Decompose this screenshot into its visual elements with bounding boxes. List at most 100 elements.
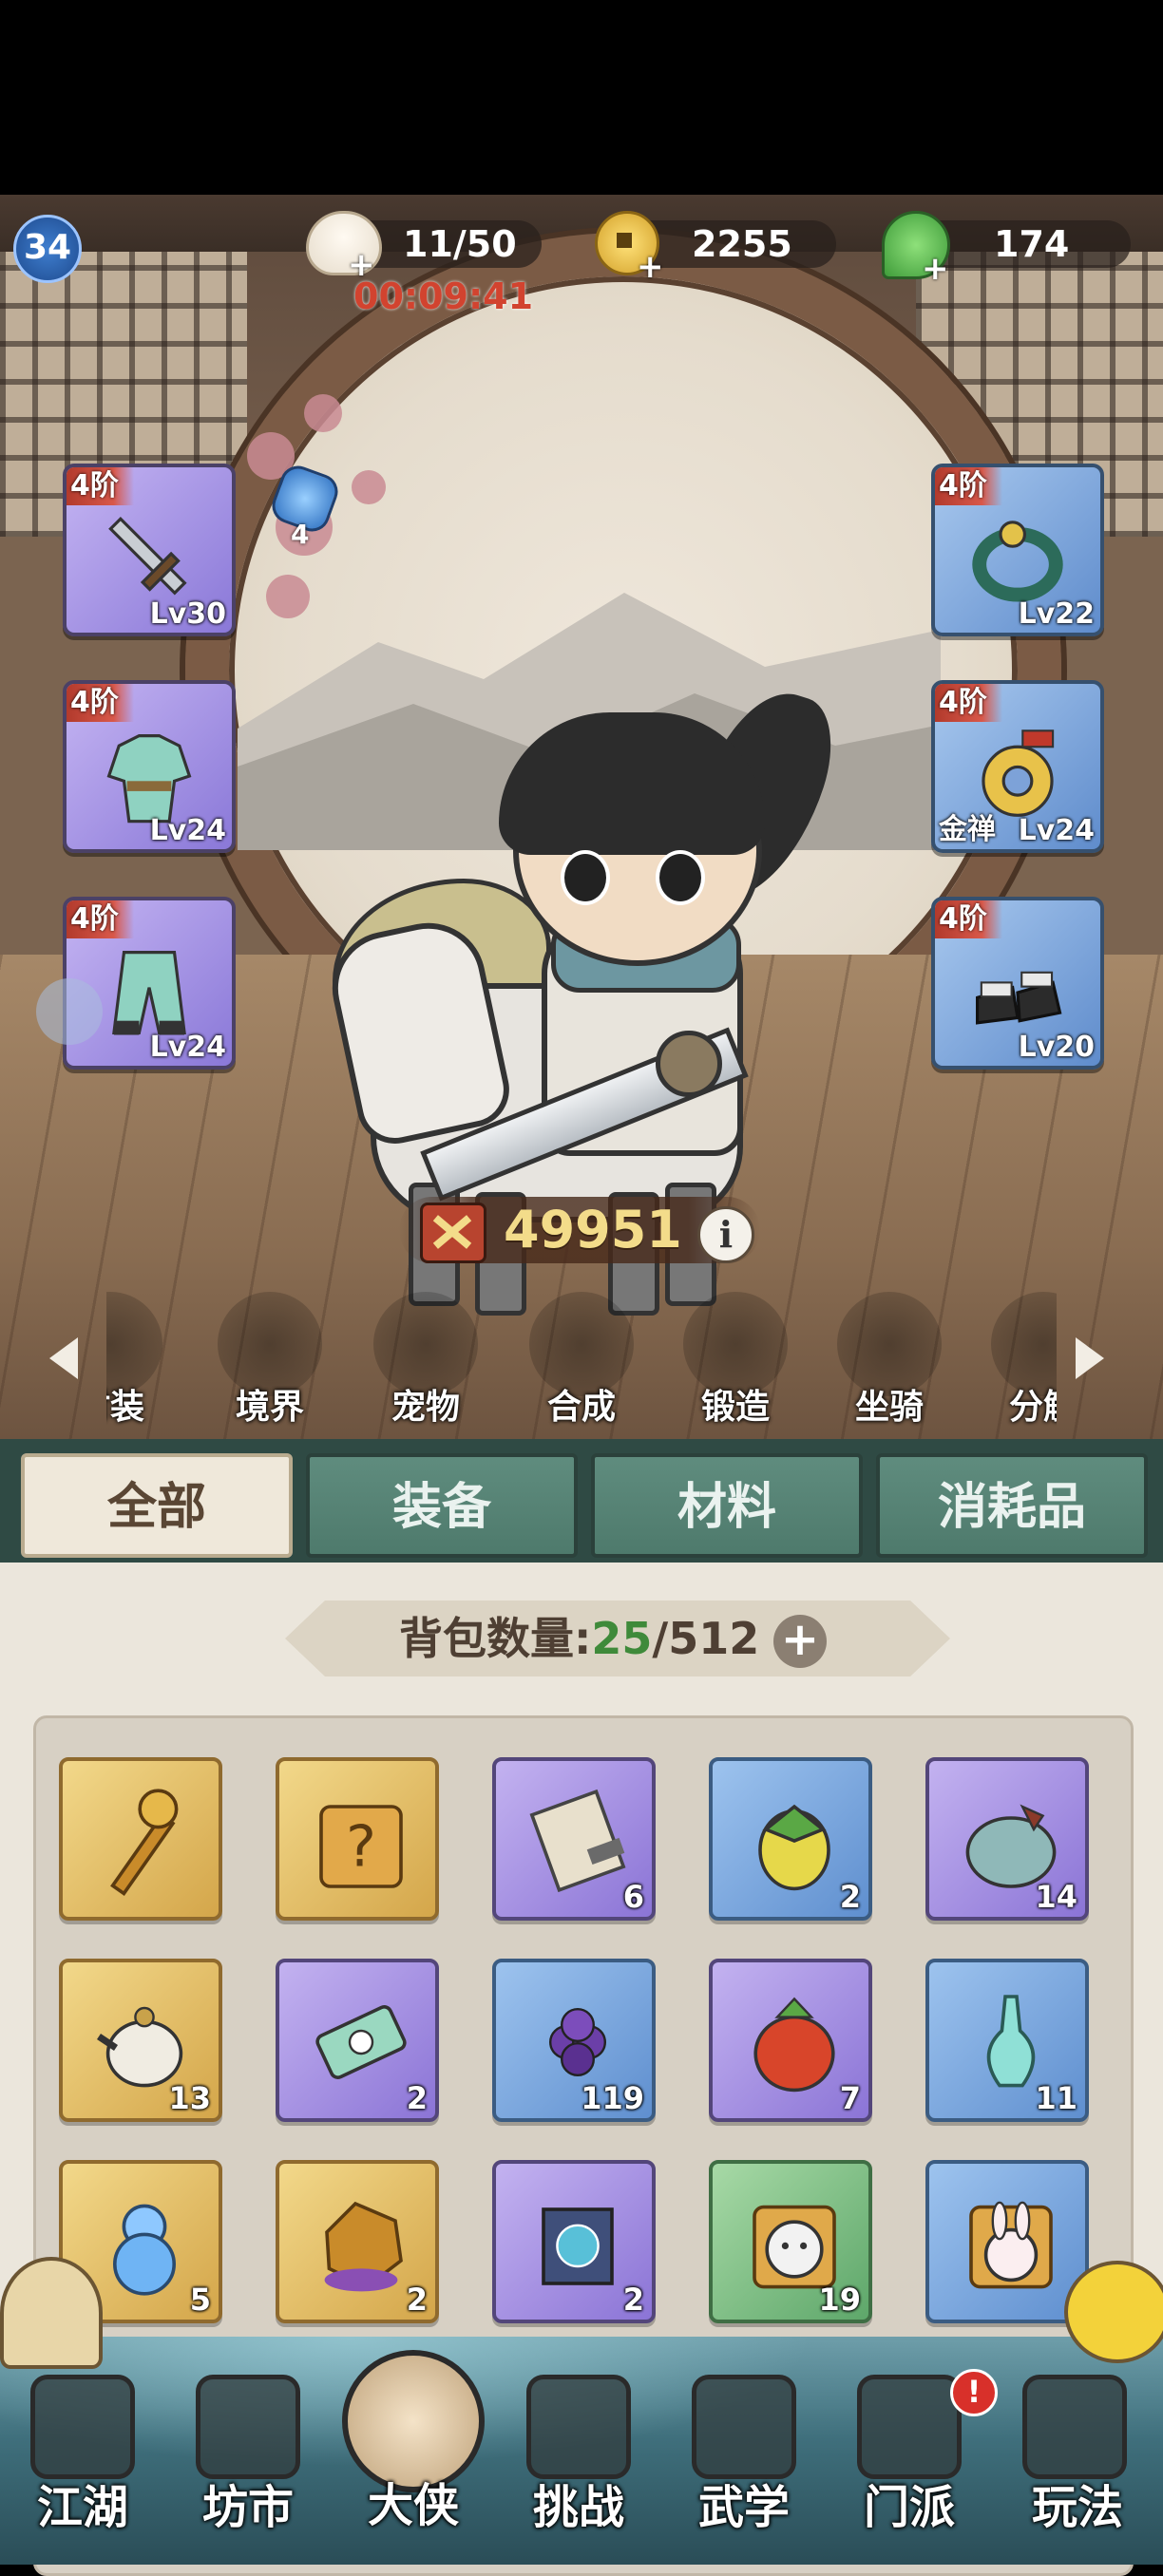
sect-icon	[857, 2375, 962, 2479]
tab-equipment[interactable]: 装备	[306, 1453, 578, 1558]
function-row: 时装 境界 宠物 合成 锻造 坐骑 分解	[106, 1292, 1057, 1434]
market-icon	[196, 2375, 300, 2479]
rabbit-puzzle-icon	[969, 2201, 1053, 2289]
slot-level: Lv20	[1018, 1031, 1095, 1064]
item-count: 2	[839, 1879, 861, 1915]
nav-martial-arts[interactable]: 武学	[661, 2365, 827, 2555]
bag-item[interactable]: 13	[59, 1959, 222, 2122]
tier-badge: 4阶	[935, 684, 1002, 722]
bag-item[interactable]: 19	[709, 2160, 872, 2323]
function-realm[interactable]: 境界	[213, 1292, 327, 1434]
item-count: 6	[622, 1879, 644, 1915]
item-count: 11	[1035, 2080, 1077, 2116]
stamina-value: 11/50	[403, 223, 517, 265]
ticket-icon	[315, 2005, 407, 2079]
function-synthesis[interactable]: 合成	[524, 1292, 639, 1434]
bag-item[interactable]: 2	[276, 2160, 439, 2323]
tier-badge: 4阶	[935, 900, 1002, 938]
mystery-puzzle-icon: ?	[319, 1805, 403, 1888]
duck-npc-icon	[1064, 2261, 1163, 2363]
function-mount[interactable]: 坐骑	[832, 1292, 946, 1434]
bag-icon	[753, 1997, 835, 2093]
ring-slot[interactable]: 4阶 金禅 Lv24	[931, 680, 1104, 853]
tier-badge: 4阶	[67, 900, 134, 938]
robe-icon	[106, 734, 192, 824]
nav-gameplay[interactable]: 玩法	[992, 2365, 1163, 2555]
bag-item[interactable]: 119	[492, 1959, 656, 2122]
slot-level: Lv24	[1018, 814, 1095, 847]
tab-consumables[interactable]: 消耗品	[876, 1453, 1148, 1558]
fruit-icon	[758, 1804, 830, 1891]
info-icon[interactable]: i	[697, 1206, 754, 1263]
sect-alert-badge: !	[950, 2369, 998, 2416]
add-leaf-button[interactable]: +	[922, 253, 949, 285]
side-float-button[interactable]	[36, 978, 103, 1045]
armor-slot[interactable]: 4阶 Lv24	[63, 680, 236, 853]
hero-eye	[656, 850, 705, 905]
golden-staff-icon	[110, 1789, 179, 1896]
hero-eye	[561, 850, 610, 905]
player-level: 34	[23, 228, 72, 267]
scroll-left-arrow[interactable]	[49, 1337, 78, 1379]
bag-item[interactable]: 2	[492, 2160, 656, 2323]
ore-icon	[324, 2201, 403, 2292]
slot-level: Lv24	[149, 1031, 226, 1064]
sword-icon	[108, 517, 187, 596]
martial-arts-icon	[692, 2375, 796, 2479]
bag-item[interactable]: 2	[276, 1959, 439, 2122]
boots-slot[interactable]: 4阶 Lv20	[931, 897, 1104, 1070]
bag-count: 背包数量:25/512	[399, 1605, 759, 1672]
tier-badge: 4阶	[935, 467, 1002, 505]
tab-all[interactable]: 全部	[21, 1453, 293, 1558]
item-count: 2	[406, 2080, 428, 2116]
combat-power-value: 49951	[504, 1200, 682, 1260]
bag-item[interactable]: 6	[492, 1757, 656, 1921]
expand-bag-button[interactable]: +	[773, 1615, 827, 1668]
item-count: 5	[189, 2282, 211, 2318]
gourd-icon	[113, 2204, 176, 2296]
item-count: 19	[818, 2282, 861, 2318]
item-count: 7	[839, 2080, 861, 2116]
add-stamina-button[interactable]: +	[348, 249, 375, 281]
bag-tab-bar: 全部 装备 材料 消耗品	[0, 1439, 1163, 1563]
nav-hero[interactable]: 大侠	[331, 2350, 496, 2540]
bag-count-used: 25	[591, 1613, 653, 1664]
bag-item[interactable]: 7	[709, 1959, 872, 2122]
nav-jianghu[interactable]: 江湖	[0, 2365, 165, 2555]
bag-item[interactable]: 11	[925, 1959, 1089, 2122]
bag-item[interactable]: 2	[709, 1757, 872, 1921]
bag-count-label: 背包数量:	[399, 1613, 592, 1664]
function-forge[interactable]: 锻造	[678, 1292, 792, 1434]
item-count: 2	[622, 2282, 644, 2318]
level-badge[interactable]: 34	[13, 215, 82, 283]
jianghu-icon	[30, 2375, 135, 2479]
svg-text:?: ?	[346, 1813, 376, 1880]
item-count: 119	[581, 2080, 644, 2116]
function-decompose[interactable]: 分解	[986, 1292, 1057, 1434]
slot-item-name: 金禅	[939, 813, 996, 846]
boots-icon	[976, 971, 1062, 1025]
scroll-right-arrow[interactable]	[1076, 1337, 1104, 1379]
slot-level: Lv24	[149, 814, 226, 847]
bag-item[interactable]	[59, 1757, 222, 1921]
bag-item[interactable]: ?	[276, 1757, 439, 1921]
gem-count: 4	[291, 519, 310, 550]
straw-hat-npc-icon	[0, 2257, 103, 2369]
add-coin-button[interactable]: +	[637, 251, 664, 283]
bag-item[interactable]: 14	[925, 1757, 1089, 1921]
weapon-slot[interactable]: 4阶 Lv30	[63, 464, 236, 636]
nav-market[interactable]: 坊市	[165, 2365, 331, 2555]
leaf-value: 174	[994, 223, 1070, 265]
book-icon	[542, 2207, 614, 2285]
function-pet[interactable]: 宠物	[369, 1292, 483, 1434]
nav-challenge[interactable]: 挑战	[496, 2365, 661, 2555]
bag-item[interactable]	[925, 2160, 1089, 2323]
scroll-icon	[529, 1789, 626, 1893]
tier-badge: 4阶	[67, 467, 134, 505]
bag-count-total: /512	[652, 1613, 760, 1664]
tab-materials[interactable]: 材料	[591, 1453, 863, 1558]
function-costume[interactable]: 时装	[106, 1292, 167, 1434]
pants-slot[interactable]: 4阶 Lv24	[63, 897, 236, 1070]
bracelet-slot[interactable]: 4阶 Lv22	[931, 464, 1104, 636]
slot-level: Lv22	[1018, 597, 1095, 631]
